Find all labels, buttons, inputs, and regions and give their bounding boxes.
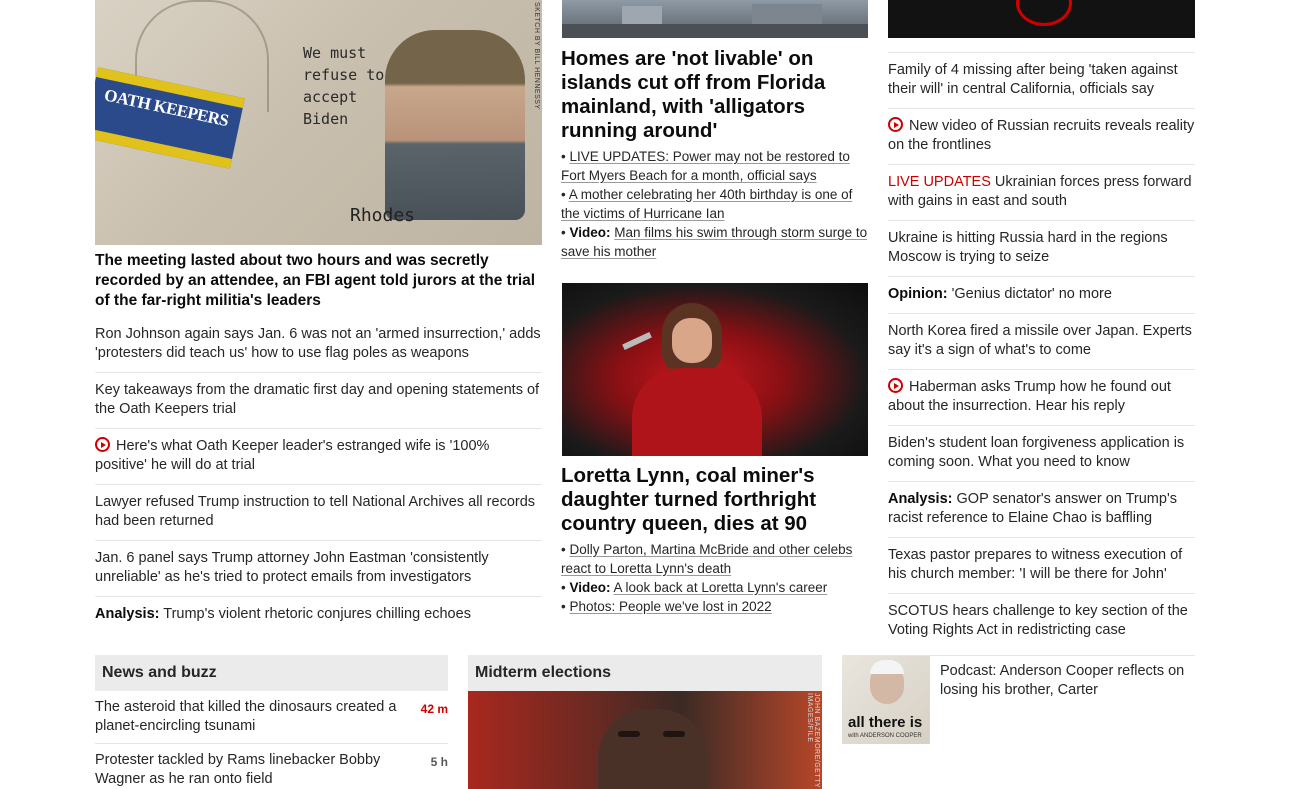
left-story-list: Ron Johnson again says Jan. 6 was not an… [95,317,542,633]
sketch-quote: We must refuse to accept Biden [303,44,385,128]
divider [95,743,448,744]
news-buzz-item[interactable]: The asteroid that killed the dinosaurs c… [95,698,448,736]
list-item[interactable]: North Korea fired a missile over Japan. … [888,313,1195,369]
list-item[interactable]: Haberman asks Trump how he found out abo… [888,369,1195,425]
list-item[interactable]: SCOTUS hears challenge to key section of… [888,593,1195,649]
podcast-link[interactable]: Podcast: Anderson Cooper reflects on los… [940,662,1195,700]
midterm-candidate-image[interactable]: JOHN BAZEMORE/GETTY IMAGES/FILE [468,691,822,789]
loretta-bullets: • Dolly Parton, Martina McBride and othe… [561,540,868,616]
loretta-lynn-image[interactable] [562,283,868,456]
list-item[interactable]: Ukraine is hitting Russia hard in the re… [888,220,1195,276]
bullet-link[interactable]: • A mother celebrating her 40th birthday… [561,185,868,223]
list-item[interactable]: Here's what Oath Keeper leader's estrang… [95,428,542,484]
florida-bullets: • LIVE UPDATES: Power may not be restore… [561,147,868,261]
list-item[interactable]: LIVE UPDATES Ukrainian forces press forw… [888,164,1195,220]
list-item[interactable]: Analysis: Trump's violent rhetoric conju… [95,596,542,633]
bullet-link[interactable]: • LIVE UPDATES: Power may not be restore… [561,147,868,185]
bullet-link[interactable]: • Photos: People we've lost in 2022 [561,597,868,616]
list-item[interactable]: Ron Johnson again says Jan. 6 was not an… [95,317,542,372]
play-video-icon [888,378,903,393]
play-video-icon [95,437,110,452]
midterm-elections-header[interactable]: Midterm elections [468,655,822,691]
list-item[interactable]: Key takeaways from the dramatic first da… [95,372,542,428]
podcast-art-image[interactable]: all there is with ANDERSON COOPER [842,656,930,744]
image-credit: SKETCH BY BILL HENNESSY [533,2,540,110]
oath-keepers-headline[interactable]: The meeting lasted about two hours and w… [95,251,542,311]
timestamp: 5 h [430,755,448,769]
right-story-list: Family of 4 missing after being 'taken a… [888,52,1195,649]
list-item[interactable]: Opinion: 'Genius dictator' no more [888,276,1195,313]
florida-islands-headline[interactable]: Homes are 'not livable' on islands cut o… [561,47,861,143]
loretta-lynn-headline[interactable]: Loretta Lynn, coal miner's daughter turn… [561,464,861,536]
list-item[interactable]: Lawyer refused Trump instruction to tell… [95,484,542,540]
play-video-icon [888,117,903,132]
news-buzz-item[interactable]: Protester tackled by Rams linebacker Bob… [95,751,448,789]
timestamp: 42 m [420,702,448,716]
bullet-link[interactable]: • Video: Man films his swim through stor… [561,223,868,261]
list-item[interactable]: Jan. 6 panel says Trump attorney John Ea… [95,540,542,596]
list-item[interactable]: Texas pastor prepares to witness executi… [888,537,1195,593]
image-credit: JOHN BAZEMORE/GETTY IMAGES/FILE [806,693,820,788]
oath-keepers-sketch-image[interactable]: OATH KEEPERS We must refuse to accept Bi… [95,0,542,245]
list-item[interactable]: Analysis: GOP senator's answer on Trump'… [888,481,1195,537]
sketch-name: Rhodes [350,205,416,226]
bullet-link[interactable]: • Video: A look back at Loretta Lynn's c… [561,578,868,597]
hurricane-damage-image[interactable] [562,0,868,38]
sketch-figure [385,30,525,220]
list-item[interactable]: New video of Russian recruits reveals re… [888,108,1195,164]
list-item[interactable]: Biden's student loan forgiveness applica… [888,425,1195,481]
list-item[interactable]: Family of 4 missing after being 'taken a… [888,52,1195,108]
podcast-art-subtitle: with ANDERSON COOPER [848,733,922,739]
podcast-art-title: all there is [848,714,923,731]
bullet-link[interactable]: • Dolly Parton, Martina McBride and othe… [561,540,868,578]
news-and-buzz-header[interactable]: News and buzz [95,655,448,691]
video-thumbnail-image[interactable] [888,0,1195,38]
